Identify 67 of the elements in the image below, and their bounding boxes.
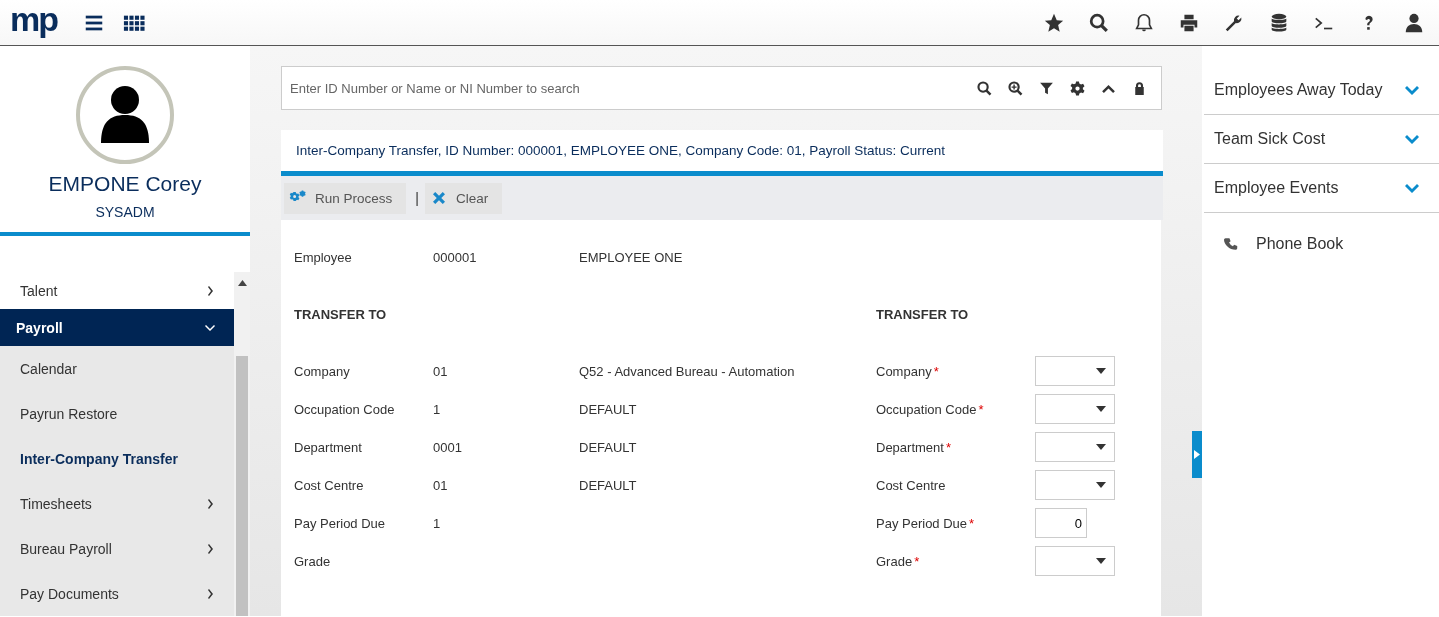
bell-icon xyxy=(1133,11,1155,34)
phone-book-link[interactable]: Phone Book xyxy=(1204,213,1364,275)
nav-item[interactable]: Payroll xyxy=(0,309,234,347)
field-description: DEFAULT xyxy=(579,439,638,455)
caret-down-icon xyxy=(1096,558,1106,564)
context-bar: Inter-Company Transfer, ID Number: 000001, EMPLOYEE ONE, Company Code: 01, Payroll Status: Current xyxy=(281,130,1163,176)
nav-item[interactable]: Payrun Restore xyxy=(0,391,234,437)
field-label: Occupation Code xyxy=(876,401,977,417)
required-marker: * xyxy=(978,401,984,417)
section-heading: TRANSFER TO xyxy=(294,306,388,322)
field-label: Department xyxy=(294,439,363,455)
zoom-in-icon xyxy=(1007,79,1024,97)
nav-item[interactable]: Bureau Payroll xyxy=(0,526,234,572)
caret-down-icon xyxy=(1096,444,1106,450)
search-icon xyxy=(976,79,993,97)
section-heading: TRANSFER TO xyxy=(876,306,970,322)
nav-item[interactable]: Calendar xyxy=(0,346,234,392)
chevron-down-icon xyxy=(1405,134,1419,144)
required-marker: * xyxy=(969,515,975,531)
field-label: Occupation Code xyxy=(294,401,396,417)
field-label: Department xyxy=(876,439,944,455)
required-marker: * xyxy=(914,553,920,569)
field-label: Cost Centre xyxy=(876,477,946,493)
field-value: 000001 xyxy=(433,249,478,265)
clear-button[interactable]: Clear xyxy=(424,182,503,214)
field-label: Company xyxy=(876,363,932,379)
field-value: 1 xyxy=(433,401,442,417)
field-label: Employee xyxy=(294,249,353,265)
search-icon xyxy=(1088,11,1110,34)
field-value: EMPLOYEE ONE xyxy=(579,249,684,265)
field-value: 01 xyxy=(433,477,449,493)
field-description: DEFAULT xyxy=(579,477,638,493)
chevron-down-icon xyxy=(1405,85,1419,95)
field-label: Cost Centre xyxy=(294,477,365,493)
field-description: Q52 - Advanced Bureau - Automation xyxy=(579,363,796,379)
run-process-button[interactable]: Run Process xyxy=(284,182,407,214)
field-description: DEFAULT xyxy=(579,401,638,417)
required-marker: * xyxy=(945,439,951,455)
input-field[interactable]: 0 xyxy=(1035,508,1087,538)
panel-toggle-button[interactable] xyxy=(1192,431,1202,478)
user-role: SYSADM xyxy=(95,204,155,220)
field-value: 0001 xyxy=(433,439,463,455)
caret-down-icon xyxy=(1096,406,1106,412)
field-label: Grade xyxy=(876,553,913,569)
user-name: EMPONE Corey xyxy=(48,172,202,196)
search-box[interactable]: Enter ID Number or Name or NI Number to search xyxy=(281,66,1162,110)
nav-item[interactable]: Pay Documents xyxy=(0,571,234,616)
logo[interactable]: mp xyxy=(10,1,57,36)
field-label: Pay Period Due xyxy=(294,515,387,531)
nav-item[interactable]: Timesheets xyxy=(0,481,234,527)
caret-right-icon xyxy=(1194,450,1200,459)
scroll-up-icon[interactable] xyxy=(237,280,247,286)
field-label: Grade xyxy=(294,553,332,569)
caret-down-icon xyxy=(1096,368,1106,374)
chevron-down-icon xyxy=(1405,183,1419,193)
field-value: 01 xyxy=(433,363,449,379)
field-value: 1 xyxy=(433,515,442,531)
user-icon xyxy=(1403,11,1425,34)
field-label: Pay Period Due xyxy=(876,515,968,531)
nav-item[interactable]: Inter-Company Transfer xyxy=(0,436,234,482)
settings-icon xyxy=(1069,79,1086,97)
field-label: Company xyxy=(294,363,351,379)
phone-icon xyxy=(1224,237,1238,251)
scrollbar[interactable] xyxy=(234,272,250,616)
caret-down-icon xyxy=(1096,482,1106,488)
separator: | xyxy=(415,190,419,206)
required-marker: * xyxy=(933,363,939,379)
